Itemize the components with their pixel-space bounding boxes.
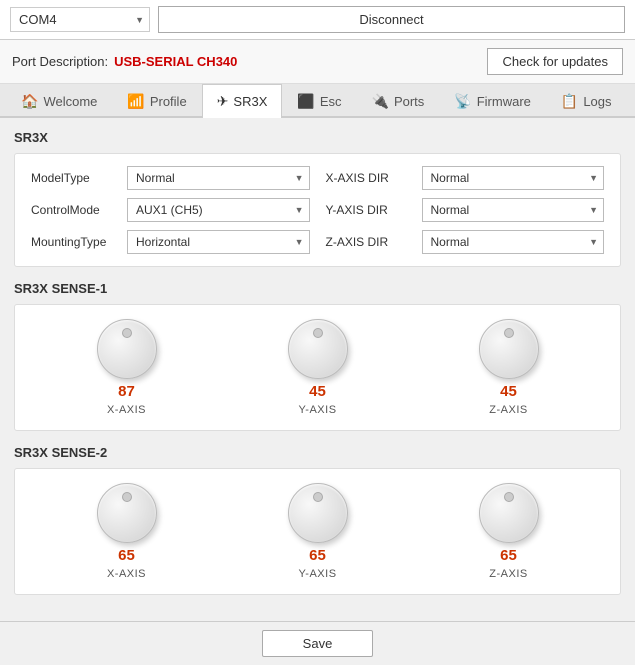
sense1-yaxis-value: 45	[309, 383, 326, 400]
firmware-icon: 📡	[454, 93, 471, 110]
sense1-zaxis-knob[interactable]	[479, 319, 539, 379]
controlmode-select[interactable]: AUX1 (CH5) AUX2 (CH6) Always On	[127, 198, 310, 222]
logs-icon: 📋	[561, 93, 578, 110]
sense1-zaxis-label: Z-AXIS	[489, 404, 527, 416]
port-select[interactable]: COM4 COM1 COM2 COM3	[10, 7, 150, 32]
main-content: SR3X ModelType Normal Delta Flying Wing	[0, 118, 635, 621]
sr3x-section-title: SR3X	[14, 130, 621, 145]
sense2-section: SR3X SENSE-2 65 X-AXIS 65 Y-AXIS 65 Z-AX…	[14, 445, 621, 595]
sense1-xaxis-knob[interactable]	[97, 319, 157, 379]
tab-firmware-label: Firmware	[477, 94, 531, 109]
profile-icon: 📶	[127, 93, 144, 110]
save-button[interactable]: Save	[262, 630, 374, 657]
zaxis-dir-select[interactable]: Normal Reverse	[422, 230, 605, 254]
tab-firmware[interactable]: 📡 Firmware	[439, 84, 546, 118]
sense1-xaxis-widget: 87 X-AXIS	[97, 319, 157, 416]
tab-welcome-label: Welcome	[43, 94, 97, 109]
modeltype-label: ModelType	[31, 171, 119, 185]
tab-logs[interactable]: 📋 Logs	[546, 84, 627, 118]
sense2-xaxis-value: 65	[118, 547, 135, 564]
sense2-xaxis-label: X-AXIS	[107, 568, 146, 580]
sense1-zaxis-value: 45	[500, 383, 517, 400]
modeltype-select-wrapper: Normal Delta Flying Wing	[127, 166, 310, 190]
sense1-yaxis-knob[interactable]	[288, 319, 348, 379]
modeltype-row: ModelType Normal Delta Flying Wing	[31, 166, 310, 190]
tab-esc-label: Esc	[320, 94, 342, 109]
tab-esc[interactable]: ⬛ Esc	[282, 84, 356, 118]
sense1-section: SR3X SENSE-1 87 X-AXIS 45 Y-AXIS 45 Z-AX…	[14, 281, 621, 431]
port-desc-bar: Port Description: USB-SERIAL CH340 Check…	[0, 40, 635, 84]
sense2-yaxis-widget: 65 Y-AXIS	[288, 483, 348, 580]
zaxis-dir-row: Z-AXIS DIR Normal Reverse	[326, 230, 605, 254]
sense1-box: 87 X-AXIS 45 Y-AXIS 45 Z-AXIS	[14, 304, 621, 431]
sense2-yaxis-label: Y-AXIS	[298, 568, 336, 580]
check-updates-button[interactable]: Check for updates	[487, 48, 623, 75]
xaxis-dir-row: X-AXIS DIR Normal Reverse	[326, 166, 605, 190]
tab-logs-label: Logs	[583, 94, 611, 109]
zaxis-dir-label: Z-AXIS DIR	[326, 235, 414, 249]
tab-profile[interactable]: 📶 Profile	[112, 84, 201, 118]
port-desc-value: USB-SERIAL CH340	[114, 54, 237, 69]
port-select-wrapper: COM4 COM1 COM2 COM3	[10, 7, 150, 32]
mountingtype-select[interactable]: Horizontal Vertical	[127, 230, 310, 254]
yaxis-dir-select[interactable]: Normal Reverse	[422, 198, 605, 222]
ports-icon: 🔌	[372, 93, 389, 110]
yaxis-dir-select-wrapper: Normal Reverse	[422, 198, 605, 222]
tab-sr3x-label: SR3X	[233, 94, 267, 109]
sense2-yaxis-knob[interactable]	[288, 483, 348, 543]
sense2-xaxis-widget: 65 X-AXIS	[97, 483, 157, 580]
port-desc-label: Port Description:	[12, 54, 108, 69]
sense2-box: 65 X-AXIS 65 Y-AXIS 65 Z-AXIS	[14, 468, 621, 595]
xaxis-dir-label: X-AXIS DIR	[326, 171, 414, 185]
esc-icon: ⬛	[297, 93, 314, 110]
welcome-icon: 🏠	[21, 93, 38, 110]
sr3x-icon: ✈	[217, 93, 229, 110]
zaxis-dir-select-wrapper: Normal Reverse	[422, 230, 605, 254]
sense2-zaxis-label: Z-AXIS	[489, 568, 527, 580]
sense1-title: SR3X SENSE-1	[14, 281, 621, 296]
sense2-zaxis-value: 65	[500, 547, 517, 564]
settings-grid: ModelType Normal Delta Flying Wing X-AXI…	[31, 166, 604, 254]
save-bar: Save	[0, 621, 635, 665]
tab-ports[interactable]: 🔌 Ports	[357, 84, 440, 118]
yaxis-dir-label: Y-AXIS DIR	[326, 203, 414, 217]
controlmode-select-wrapper: AUX1 (CH5) AUX2 (CH6) Always On	[127, 198, 310, 222]
mountingtype-row: MountingType Horizontal Vertical	[31, 230, 310, 254]
sr3x-section: SR3X ModelType Normal Delta Flying Wing	[14, 130, 621, 267]
sense2-yaxis-value: 65	[309, 547, 326, 564]
tab-bar: 🏠 Welcome 📶 Profile ✈ SR3X ⬛ Esc 🔌 Ports…	[0, 84, 635, 118]
controlmode-row: ControlMode AUX1 (CH5) AUX2 (CH6) Always…	[31, 198, 310, 222]
mountingtype-select-wrapper: Horizontal Vertical	[127, 230, 310, 254]
sense2-zaxis-knob[interactable]	[479, 483, 539, 543]
sense1-yaxis-label: Y-AXIS	[298, 404, 336, 416]
tab-welcome[interactable]: 🏠 Welcome	[6, 84, 112, 118]
tab-ports-label: Ports	[394, 94, 424, 109]
sense1-xaxis-value: 87	[118, 383, 135, 400]
tab-profile-label: Profile	[150, 94, 187, 109]
tab-sr3x[interactable]: ✈ SR3X	[202, 84, 283, 118]
sense1-zaxis-widget: 45 Z-AXIS	[479, 319, 539, 416]
xaxis-dir-select-wrapper: Normal Reverse	[422, 166, 605, 190]
sense2-title: SR3X SENSE-2	[14, 445, 621, 460]
app-container: COM4 COM1 COM2 COM3 Disconnect Port Desc…	[0, 0, 635, 665]
mountingtype-label: MountingType	[31, 235, 119, 249]
sense1-xaxis-label: X-AXIS	[107, 404, 146, 416]
modeltype-select[interactable]: Normal Delta Flying Wing	[127, 166, 310, 190]
top-bar: COM4 COM1 COM2 COM3 Disconnect	[0, 0, 635, 40]
sense2-xaxis-knob[interactable]	[97, 483, 157, 543]
disconnect-button[interactable]: Disconnect	[158, 6, 625, 33]
sense2-zaxis-widget: 65 Z-AXIS	[479, 483, 539, 580]
yaxis-dir-row: Y-AXIS DIR Normal Reverse	[326, 198, 605, 222]
sense1-yaxis-widget: 45 Y-AXIS	[288, 319, 348, 416]
sr3x-settings-box: ModelType Normal Delta Flying Wing X-AXI…	[14, 153, 621, 267]
controlmode-label: ControlMode	[31, 203, 119, 217]
xaxis-dir-select[interactable]: Normal Reverse	[422, 166, 605, 190]
